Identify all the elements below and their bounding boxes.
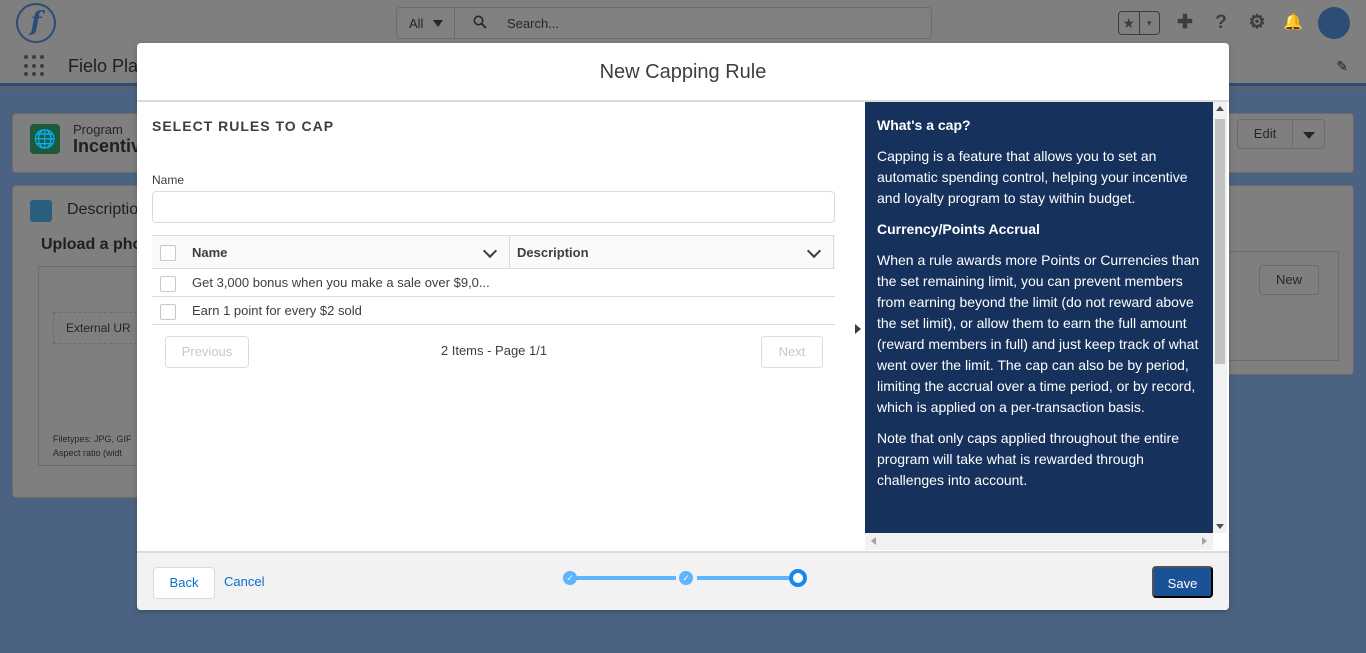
help-paragraph: Capping is a feature that allows you to … xyxy=(877,148,1188,206)
help-icon[interactable]: ? xyxy=(1210,12,1232,34)
app-name: Fielo Pla xyxy=(68,56,139,76)
rule-name-cell: Earn 1 point for every $2 sold xyxy=(192,303,362,318)
vertical-scrollbar[interactable] xyxy=(1213,102,1227,533)
scrollbar-thumb[interactable] xyxy=(1215,119,1225,364)
next-button[interactable]: Next xyxy=(761,336,823,368)
name-label: Name xyxy=(152,173,185,187)
scroll-left-icon[interactable] xyxy=(871,537,876,545)
modal-footer: Back Cancel ✓ ✓ Save xyxy=(137,551,1229,610)
card-title: Descriptio xyxy=(67,201,139,218)
globe-icon: 🌐 xyxy=(30,124,60,154)
related-list xyxy=(1211,251,1339,361)
new-capping-rule-modal: New Capping Rule SELECT RULES TO CAP Nam… xyxy=(137,43,1229,610)
rule-name-cell: Get 3,000 bonus when you make a sale ove… xyxy=(192,275,490,290)
rules-table: Name Description Get 3,000 bonus when yo… xyxy=(152,235,835,325)
pagination: 2 Items - Page 1/1 Previous Next xyxy=(165,336,823,368)
favorites-button[interactable]: ★ ▾ xyxy=(1118,11,1160,35)
select-all-checkbox[interactable] xyxy=(160,245,176,261)
record-type: Program xyxy=(73,122,123,137)
help-heading: What's a cap? xyxy=(877,117,971,133)
back-button[interactable]: Back xyxy=(153,567,215,599)
name-input[interactable] xyxy=(152,191,835,223)
step-active-icon[interactable] xyxy=(789,569,807,587)
upload-title: Upload a pho xyxy=(41,236,143,253)
pencil-icon[interactable]: ✎ xyxy=(1336,58,1348,75)
search-scope-dropdown[interactable]: All xyxy=(397,8,455,38)
app-logo[interactable]: f xyxy=(16,3,56,43)
more-actions-button[interactable] xyxy=(1293,119,1325,149)
user-icon xyxy=(30,200,52,222)
table-row: Earn 1 point for every $2 sold xyxy=(152,297,835,325)
help-paragraph: Note that only caps applied throughout t… xyxy=(877,430,1179,488)
progress-bar xyxy=(697,576,789,580)
progress-bar xyxy=(576,576,676,580)
chevron-down-icon xyxy=(433,20,443,27)
previous-button[interactable]: Previous xyxy=(165,336,249,368)
collapse-panel-icon[interactable] xyxy=(855,324,861,334)
progress-indicator: ✓ ✓ xyxy=(561,568,809,588)
bell-icon[interactable]: 🔔 xyxy=(1282,12,1304,34)
modal-header: New Capping Rule xyxy=(137,43,1229,102)
pagination-info: 2 Items - Page 1/1 xyxy=(440,343,548,358)
table-header: Name Description xyxy=(152,235,835,269)
rule-selection-pane: SELECT RULES TO CAP Name Name Descriptio… xyxy=(137,102,865,551)
horizontal-scrollbar[interactable] xyxy=(865,533,1213,550)
chevron-down-icon[interactable] xyxy=(806,243,822,259)
add-icon[interactable]: ✚ xyxy=(1174,12,1196,34)
filetypes-hint: Filetypes: JPG, GIF Aspect ratio (widt xyxy=(53,432,132,460)
chevron-down-icon[interactable] xyxy=(482,243,498,259)
edit-button[interactable]: Edit xyxy=(1237,119,1293,149)
chevron-down-icon: ▾ xyxy=(1138,12,1160,34)
scroll-right-icon[interactable] xyxy=(1202,537,1207,545)
gear-icon[interactable]: ⚙ xyxy=(1246,12,1268,34)
record-name: Incentiv xyxy=(73,136,142,156)
search-scope-label: All xyxy=(409,16,424,31)
header-actions: ★ ▾ ✚ ? ⚙ 🔔 xyxy=(1118,7,1350,39)
search-input[interactable]: Search... xyxy=(507,16,559,31)
step-complete-icon[interactable]: ✓ xyxy=(563,571,577,585)
step-complete-icon[interactable]: ✓ xyxy=(679,571,693,585)
help-panel: What's a cap? Capping is a feature that … xyxy=(865,102,1213,533)
column-header-description-label: Description xyxy=(517,245,589,260)
scroll-down-icon[interactable] xyxy=(1216,524,1224,529)
save-button[interactable]: Save xyxy=(1152,566,1213,598)
help-paragraph: When a rule awards more Points or Curren… xyxy=(877,252,1200,415)
help-heading: Currency/Points Accrual xyxy=(877,221,1040,237)
app-launcher-icon[interactable] xyxy=(24,55,46,77)
column-header-description[interactable]: Description xyxy=(517,236,834,269)
row-checkbox[interactable] xyxy=(160,276,176,292)
filetypes-line: Filetypes: JPG, GIF xyxy=(53,434,132,444)
avatar[interactable] xyxy=(1318,7,1350,39)
cancel-button[interactable]: Cancel xyxy=(224,574,264,589)
star-icon: ★ xyxy=(1122,15,1136,31)
column-header-name-label: Name xyxy=(192,245,228,260)
search-icon xyxy=(473,15,487,29)
global-search[interactable]: All Search... xyxy=(396,7,932,39)
global-header: f All Search... ★ ▾ ✚ ? ⚙ 🔔 xyxy=(0,0,1366,46)
table-row: Get 3,000 bonus when you make a sale ove… xyxy=(152,269,835,297)
scroll-up-icon[interactable] xyxy=(1216,106,1224,111)
modal-title: New Capping Rule xyxy=(599,61,767,83)
column-header-name[interactable]: Name xyxy=(192,236,510,269)
row-checkbox[interactable] xyxy=(160,304,176,320)
aspect-ratio-line: Aspect ratio (widt xyxy=(53,448,123,458)
section-title: SELECT RULES TO CAP xyxy=(152,118,335,134)
